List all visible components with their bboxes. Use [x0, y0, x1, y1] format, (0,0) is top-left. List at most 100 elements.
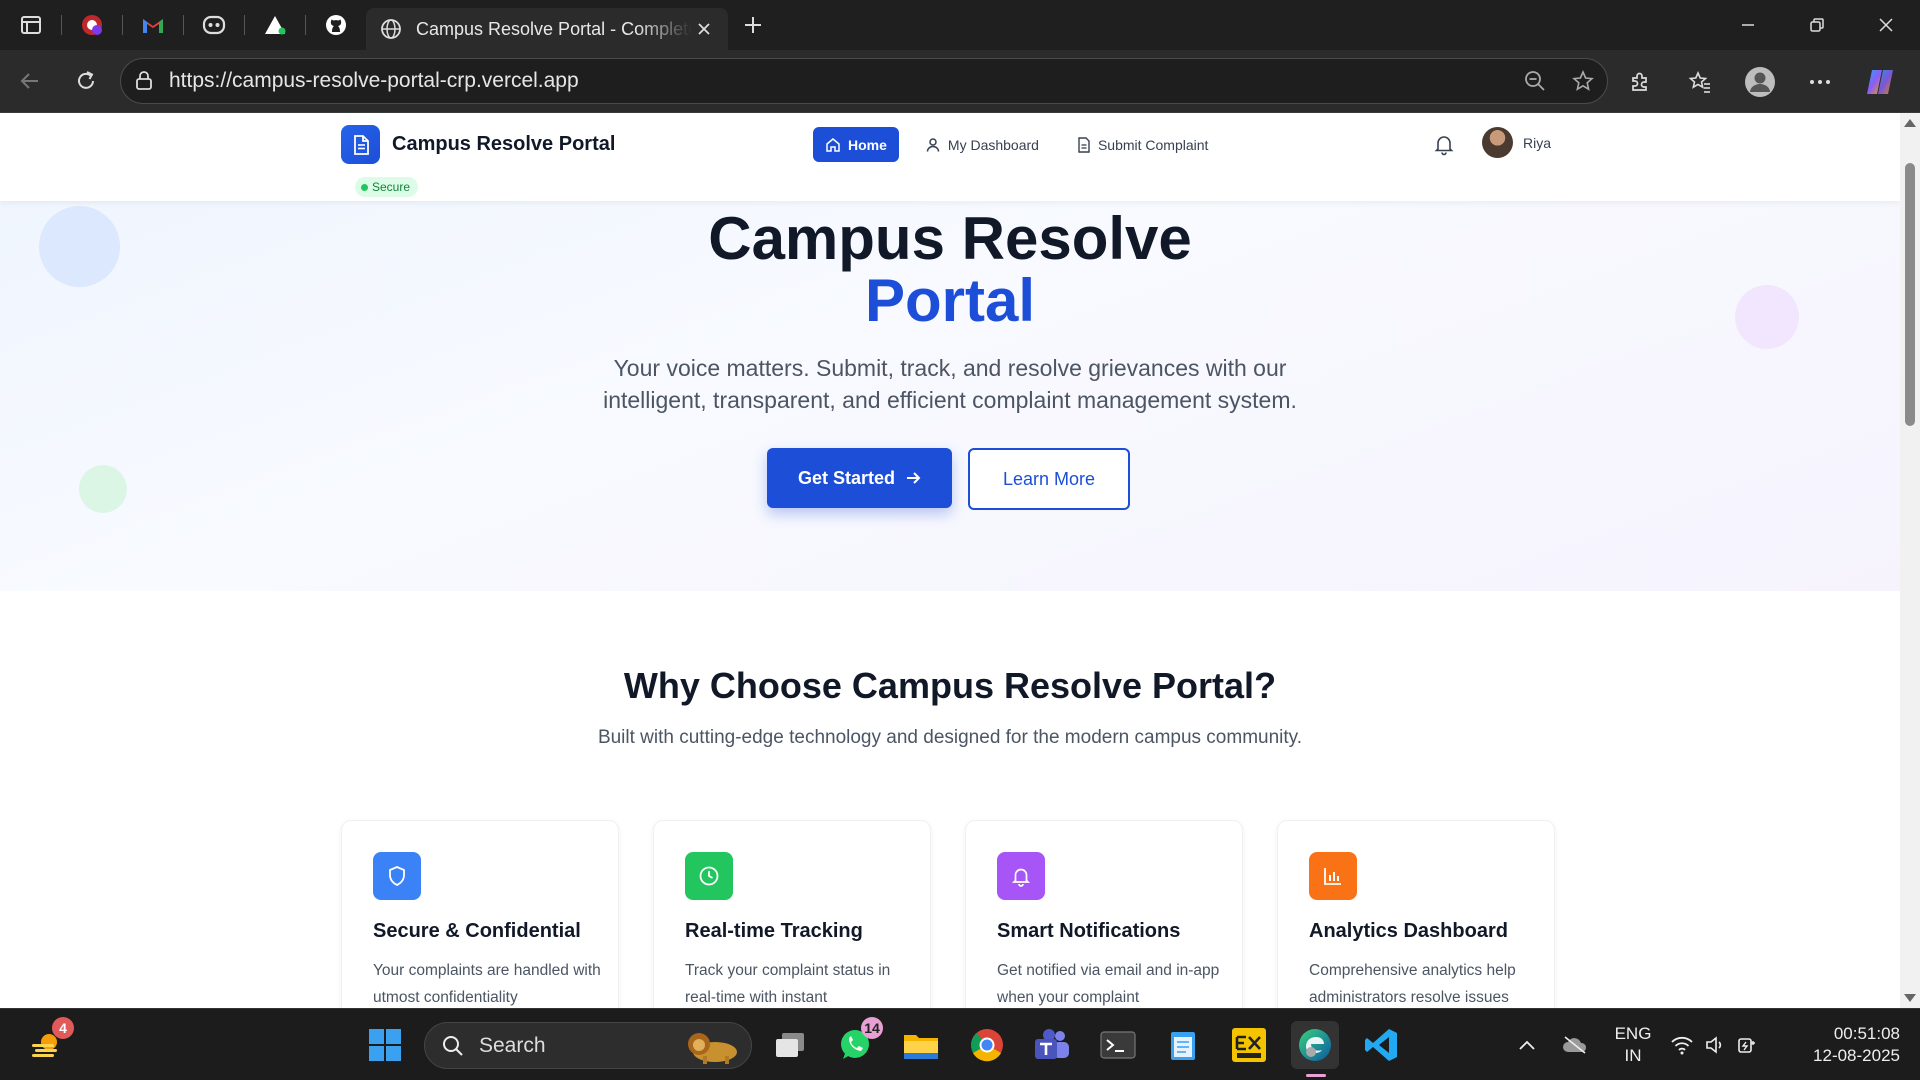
document-icon — [1078, 136, 1090, 153]
feature-icon-badge — [373, 852, 421, 900]
profile-icon — [1745, 66, 1775, 97]
search-icon — [443, 1035, 463, 1056]
taskbar-teams[interactable] — [1028, 1021, 1076, 1069]
taskbar-vscode[interactable] — [1357, 1021, 1405, 1069]
show-hidden-icons-button[interactable] — [1503, 1021, 1551, 1069]
tab-actions-icon — [20, 16, 41, 34]
copilot-button[interactable] — [1850, 57, 1910, 107]
user-icon — [926, 137, 940, 152]
clock-icon — [699, 866, 719, 886]
window-close-button[interactable] — [1851, 0, 1920, 50]
nav-my-dashboard[interactable]: My Dashboard — [913, 127, 1051, 162]
volume-icon — [1706, 1036, 1722, 1054]
minimize-button[interactable] — [1713, 0, 1782, 50]
puzzle-icon — [1632, 72, 1647, 91]
secure-badge: Secure — [355, 177, 419, 197]
active-app-indicator — [1306, 1074, 1326, 1077]
favorites-icon — [1688, 70, 1710, 93]
copilot-icon — [1867, 69, 1893, 94]
feature-title: Real-time Tracking — [685, 920, 863, 942]
globe-icon — [381, 19, 401, 39]
widgets-button[interactable]: 4 — [22, 1017, 74, 1069]
taskbar-exam-app[interactable] — [1225, 1021, 1273, 1069]
nav-home[interactable]: Home — [813, 127, 899, 162]
close-icon — [698, 23, 710, 35]
feature-card: Smart Notifications Get notified via ema… — [965, 820, 1243, 1008]
chevron-up-icon — [1519, 1040, 1535, 1050]
address-bar[interactable]: https://campus-resolve-portal-crp.vercel… — [120, 58, 1608, 104]
widgets-badge: 4 — [52, 1017, 74, 1039]
close-icon — [1878, 18, 1893, 32]
refresh-icon — [78, 71, 94, 89]
nav-submit-complaint-label: Submit Complaint — [1097, 136, 1209, 153]
taskbar-edge-active[interactable] — [1291, 1021, 1339, 1069]
hero-subtitle: Your voice matters. Submit, track, and r… — [603, 355, 1297, 413]
arrow-left-icon — [20, 73, 38, 89]
scroll-up-arrow-icon[interactable] — [1904, 119, 1916, 127]
learn-more-button[interactable]: Learn More — [968, 448, 1130, 510]
favorite-button[interactable] — [1559, 59, 1607, 103]
taskbar-search-box[interactable]: Search — [424, 1022, 752, 1069]
exam-app-icon — [1232, 1028, 1266, 1062]
vercel-icon — [264, 16, 285, 35]
zoom-out-icon — [1525, 71, 1545, 91]
lion-highlight-icon — [688, 1033, 737, 1064]
nav-submit-complaint[interactable]: Submit Complaint — [1065, 127, 1221, 162]
pinned-tab-discord[interactable] — [183, 0, 244, 50]
language-indicator[interactable]: ENG IN — [1610, 1023, 1656, 1067]
nav-my-dashboard-label: My Dashboard — [947, 136, 1039, 153]
arrow-right-icon — [907, 472, 921, 484]
taskbar-whatsapp[interactable]: 14 — [831, 1017, 883, 1069]
clock[interactable]: 00:51:08 12-08-2025 — [1790, 1023, 1900, 1067]
quick-settings-button[interactable] — [1664, 1021, 1764, 1069]
chrome-icon — [971, 1029, 1003, 1062]
bell-icon — [1434, 136, 1454, 156]
taskbar-file-explorer[interactable] — [897, 1021, 945, 1069]
scroll-down-arrow-icon[interactable] — [1904, 994, 1916, 1002]
new-tab-button[interactable] — [728, 0, 778, 50]
tab-actions-button[interactable] — [0, 0, 61, 50]
taskbar-chrome[interactable] — [963, 1021, 1011, 1069]
discord-icon — [202, 15, 225, 35]
more-icon — [1810, 79, 1830, 84]
page-scrollbar[interactable] — [1900, 113, 1920, 1008]
restore-button[interactable] — [1782, 0, 1851, 50]
gmail-icon — [142, 19, 163, 33]
active-tab[interactable]: Campus Resolve Portal - Complete Grievan… — [366, 8, 728, 50]
brand-link[interactable]: Campus Resolve Portal — [341, 125, 615, 164]
favorites-button[interactable] — [1670, 57, 1730, 107]
windows-logo-icon — [369, 1029, 401, 1061]
onedrive-button[interactable] — [1551, 1021, 1599, 1069]
extensions-button[interactable] — [1610, 57, 1670, 107]
start-button[interactable] — [361, 1021, 409, 1069]
pinned-tab-copilot[interactable] — [61, 0, 122, 50]
scrollbar-thumb[interactable] — [1905, 163, 1915, 426]
tab-close-button[interactable] — [692, 17, 716, 41]
pinned-tab-gmail[interactable] — [122, 0, 183, 50]
taskbar-terminal[interactable] — [1094, 1021, 1142, 1069]
get-started-button[interactable]: Get Started — [767, 448, 952, 508]
page-viewport: Campus Resolve Portal Your voice matters… — [0, 113, 1900, 1008]
hero-title-line2: Portal — [864, 267, 1036, 334]
feature-description: Track your complaint status in real-time… — [685, 962, 891, 1006]
taskbar-notepad[interactable] — [1159, 1021, 1207, 1069]
tab-title: Campus Resolve Portal - Complete Grievan… — [416, 18, 692, 39]
whatsapp-badge: 14 — [861, 1017, 883, 1039]
user-name: Riya — [1523, 134, 1552, 151]
settings-more-button[interactable] — [1790, 57, 1850, 107]
task-view-button[interactable] — [766, 1021, 814, 1069]
get-started-label: Get Started — [797, 467, 896, 488]
zoom-button[interactable] — [1511, 59, 1559, 103]
features-subtitle: Built with cutting-edge technology and d… — [597, 727, 1303, 748]
teams-icon — [1035, 1029, 1069, 1059]
pinned-tab-vercel[interactable] — [244, 0, 305, 50]
profile-button[interactable] — [1730, 57, 1790, 107]
user-menu[interactable]: Riya — [1482, 127, 1551, 158]
notifications-button[interactable] — [1432, 132, 1456, 156]
pinned-tab-github[interactable] — [305, 0, 366, 50]
site-header: Campus Resolve Portal Secure Home My Das… — [0, 113, 1900, 201]
plus-icon — [745, 17, 761, 33]
refresh-button[interactable] — [58, 53, 114, 109]
cloud-offline-icon — [1563, 1036, 1587, 1054]
back-button[interactable] — [2, 53, 58, 109]
